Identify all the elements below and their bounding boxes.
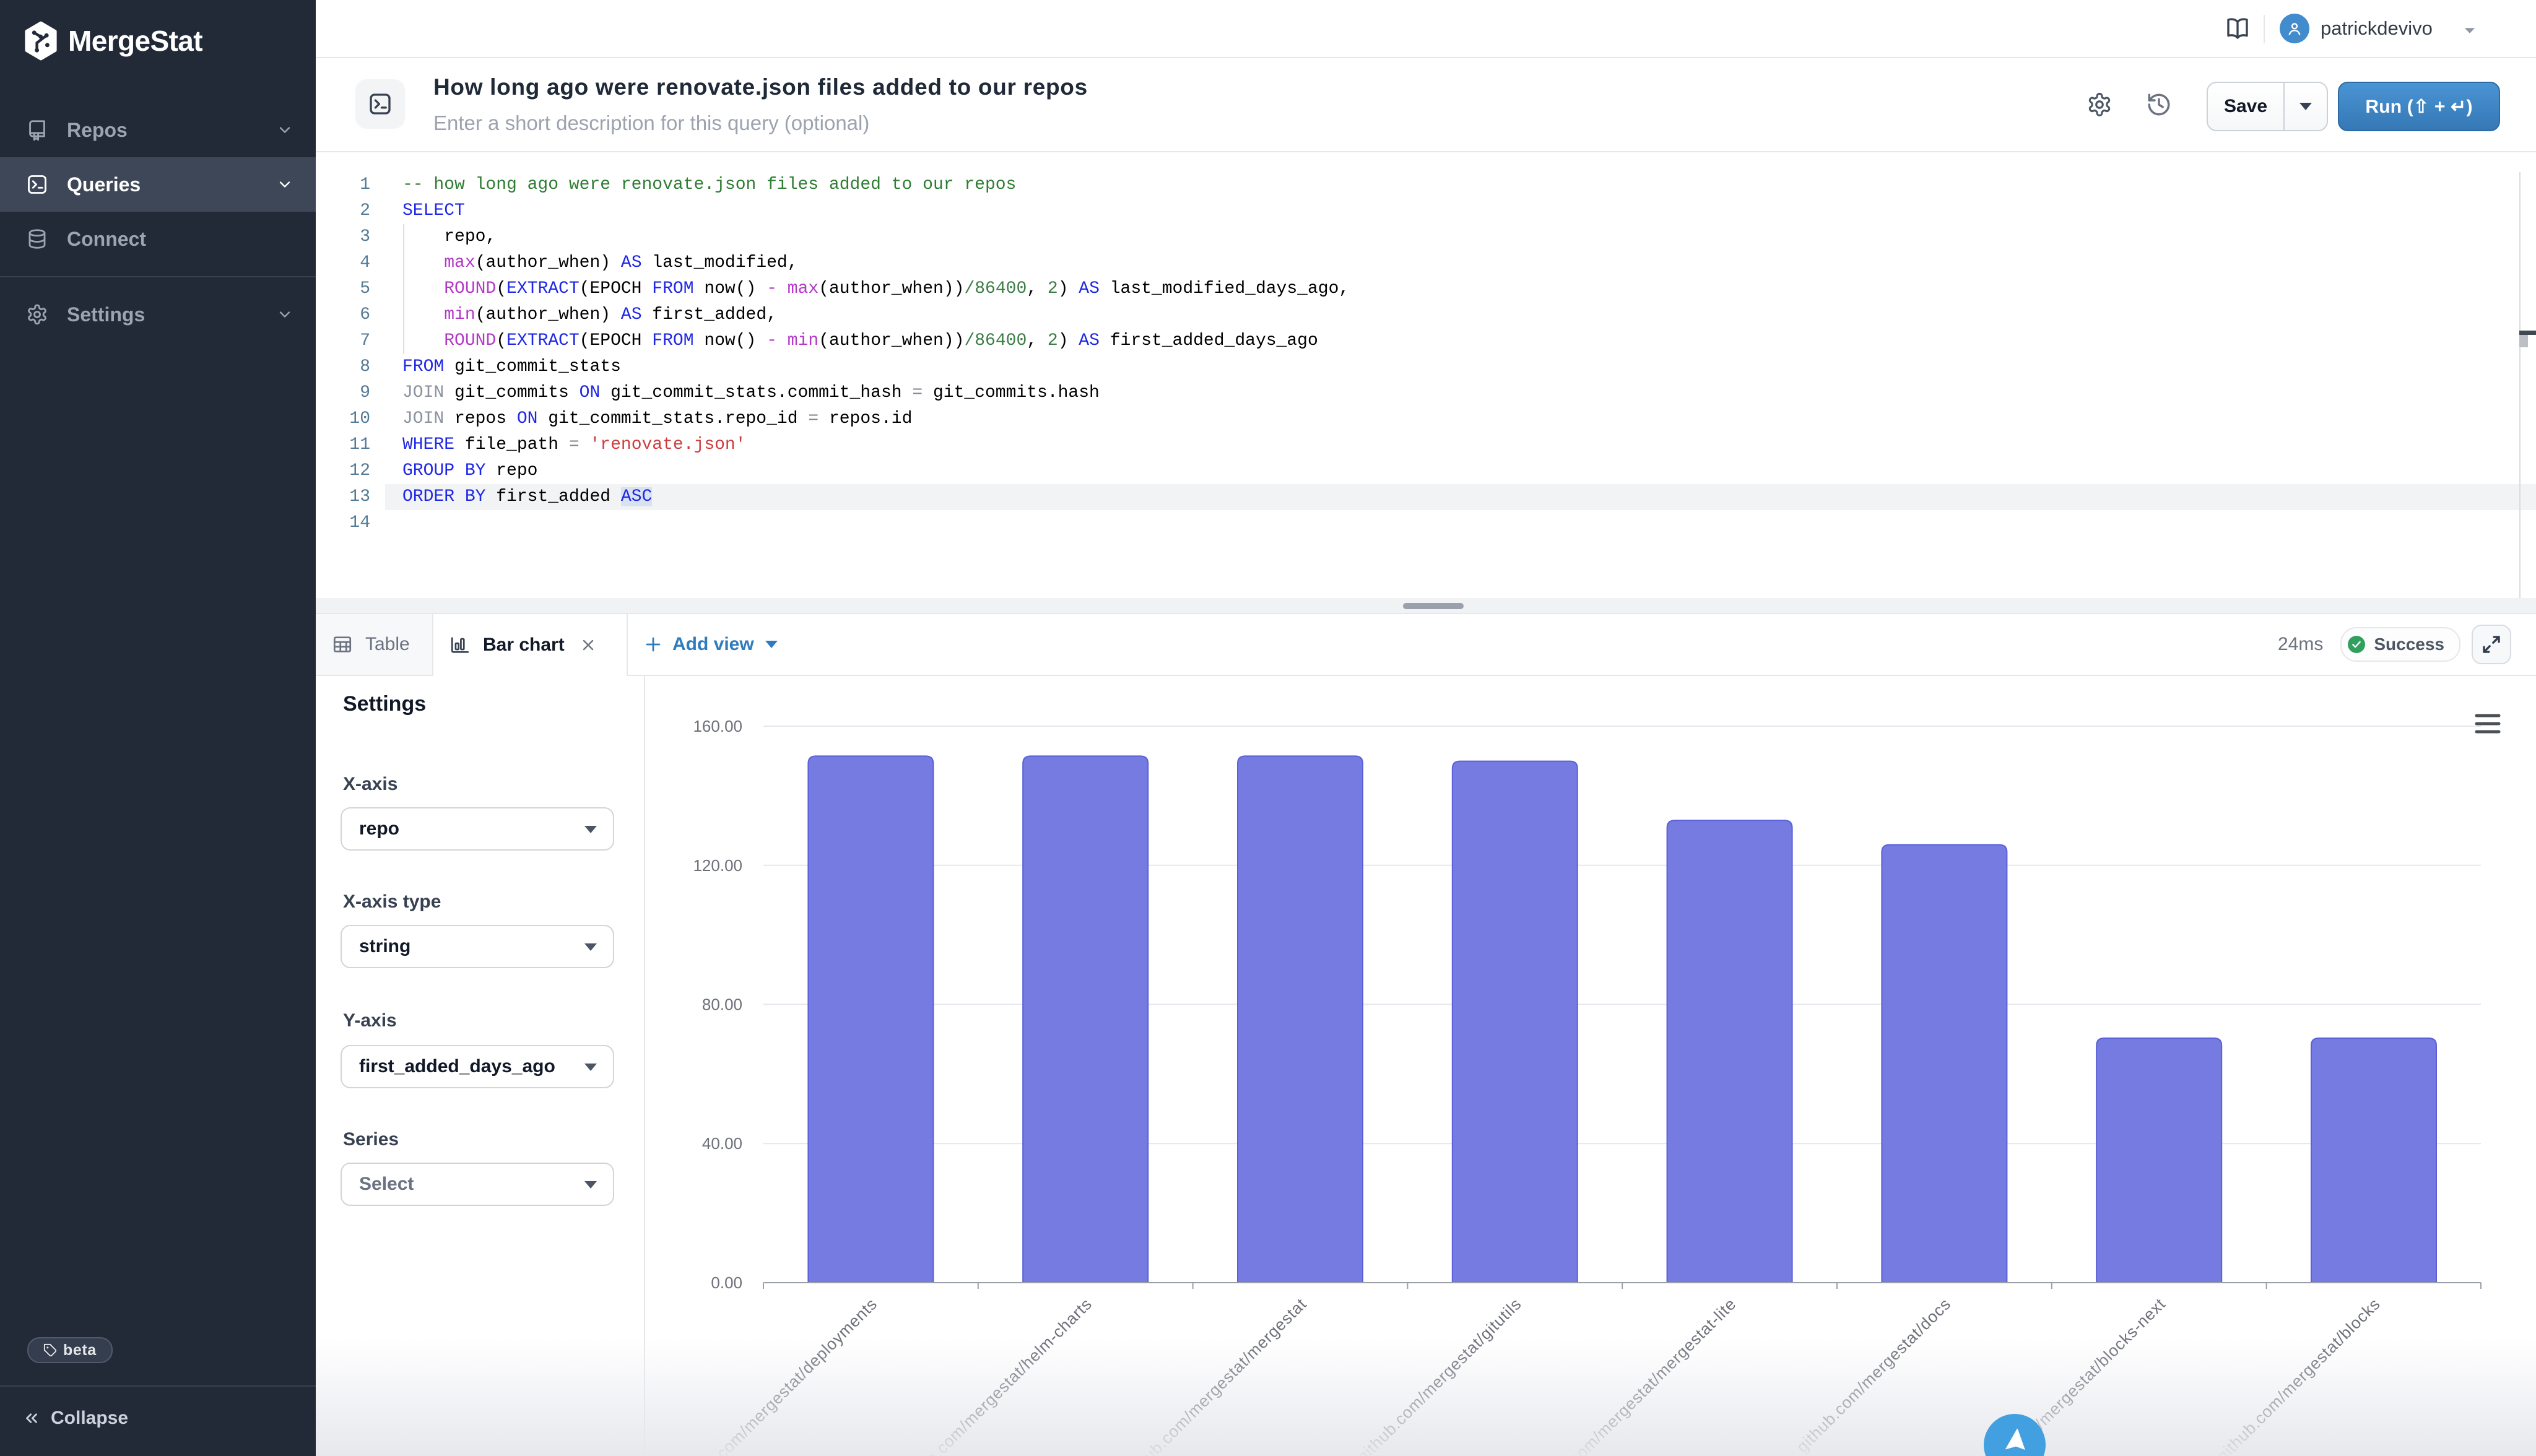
svg-text:40.00: 40.00 (702, 1134, 742, 1153)
svg-text:github.com/mergestat/mergestat: github.com/mergestat/mergestat (1119, 1294, 1310, 1456)
svg-text:github.com/mergestat/docs: github.com/mergestat/docs (1792, 1294, 1954, 1456)
svg-text:80.00: 80.00 (702, 995, 742, 1013)
svg-text:github.com/mergestat/mergestat: github.com/mergestat/mergestat-lite (1529, 1294, 1740, 1456)
svg-text:github.com/mergestat/deploymen: github.com/mergestat/deployments (675, 1294, 881, 1456)
svg-text:160.00: 160.00 (693, 717, 742, 735)
svg-text:github.com/mergestat/blocks: github.com/mergestat/blocks (2213, 1294, 2384, 1456)
svg-text:github.com/mergestat/helm-char: github.com/mergestat/helm-charts (895, 1294, 1096, 1456)
svg-text:120.00: 120.00 (693, 856, 742, 875)
svg-text:0.00: 0.00 (711, 1273, 742, 1292)
svg-text:github.com/mergestat/gitutils: github.com/mergestat/gitutils (1353, 1294, 1525, 1456)
